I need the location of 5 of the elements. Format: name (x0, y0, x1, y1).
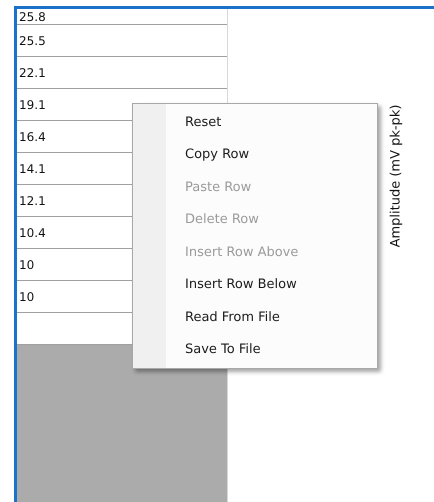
table-cell[interactable]: 25.8 (17, 9, 227, 25)
menu-item[interactable]: Save To File (133, 334, 377, 366)
table-cell[interactable]: 22.1 (17, 57, 227, 89)
table-cell[interactable]: 25.5 (17, 25, 227, 57)
axis-label: Amplitude (mV pk-pk) (388, 104, 404, 248)
